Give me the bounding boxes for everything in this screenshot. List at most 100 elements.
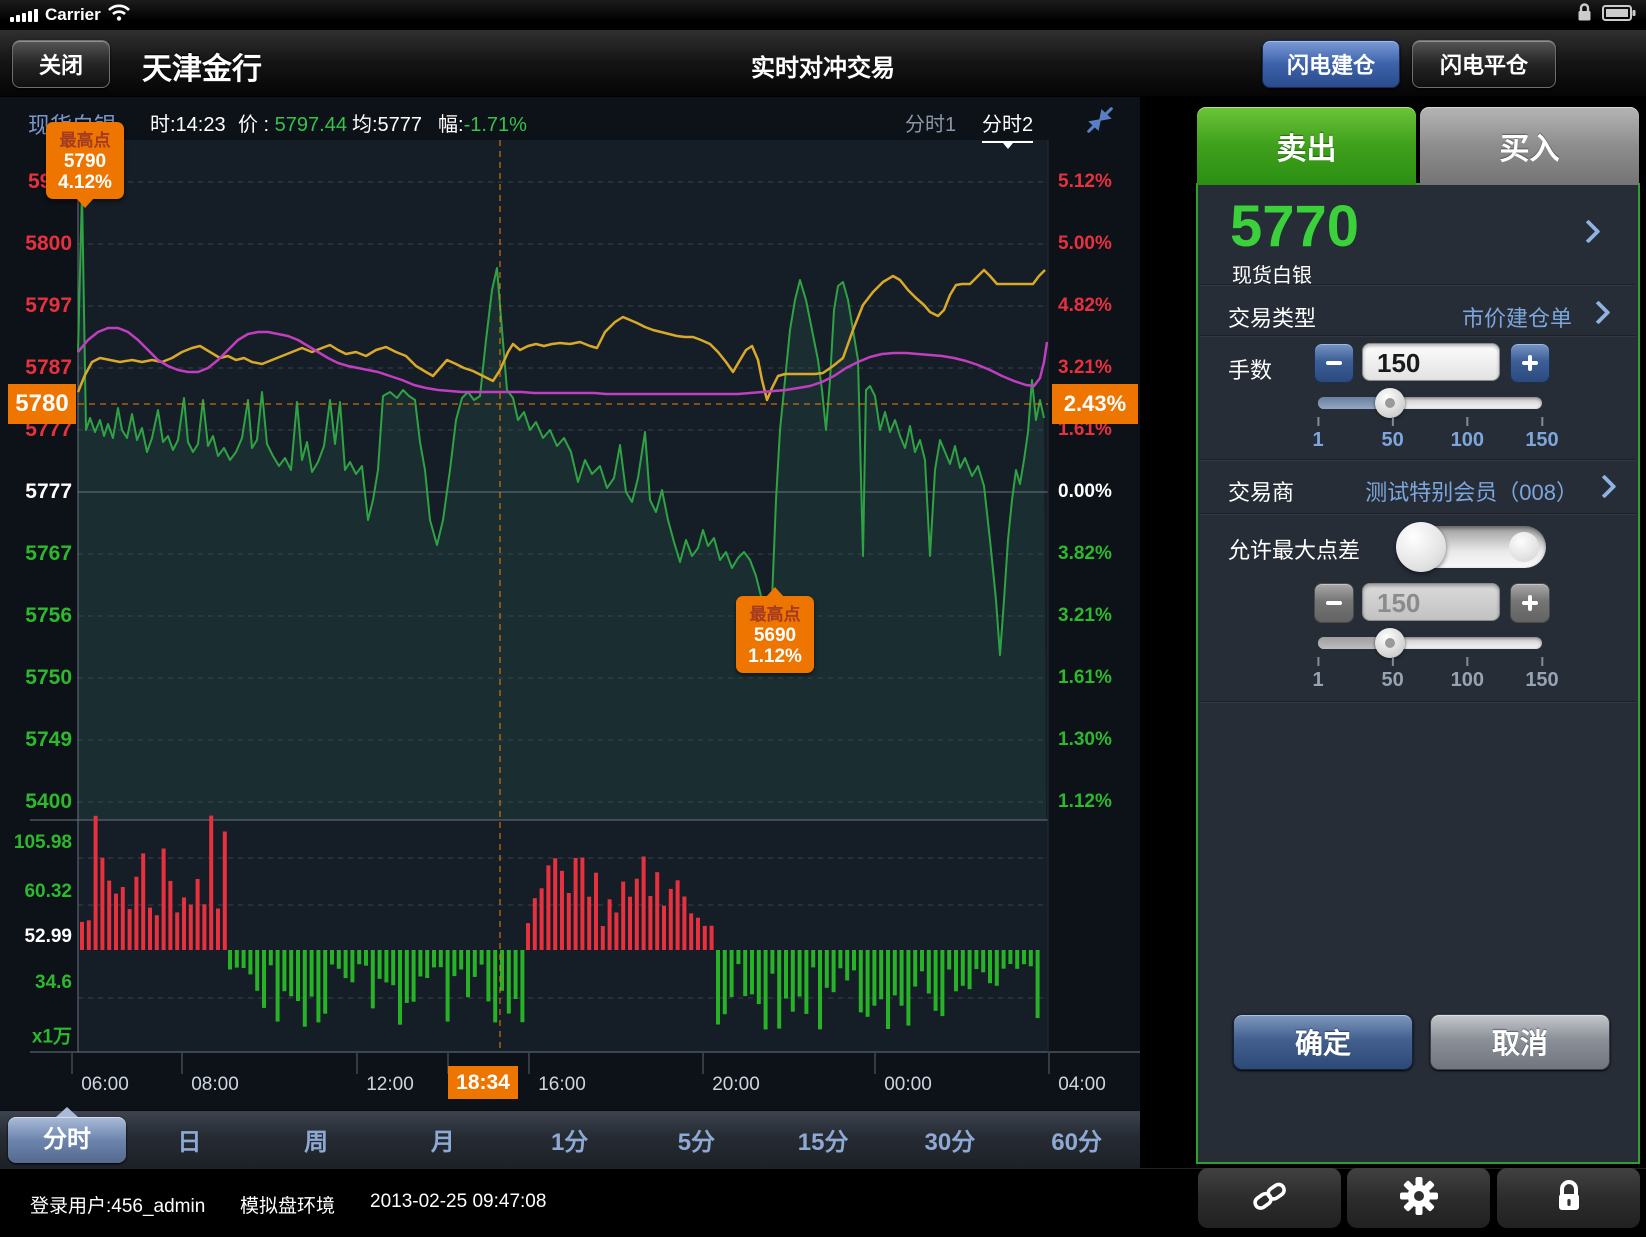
time-axis-label: 08:00: [191, 1074, 239, 1096]
max-spread-toggle[interactable]: [1398, 526, 1546, 568]
percent-axis-label: 0.00%: [1058, 481, 1112, 503]
time-axis-label: 20:00: [712, 1074, 760, 1096]
flash-open-button[interactable]: 闪电建仓: [1262, 40, 1400, 88]
price-axis-label: 5756: [0, 604, 72, 628]
slider-tick: 50: [1382, 657, 1404, 692]
datetime-label: 2013-02-25 09:47:08: [370, 1191, 546, 1213]
slider-tick: 1: [1312, 417, 1323, 452]
high-point-tooltip: 最高点 5790 4.12%: [46, 122, 124, 199]
login-user-label: 登录用户:456_admin: [30, 1191, 205, 1218]
lock-icon: [1554, 1179, 1584, 1218]
tab-sell[interactable]: 卖出: [1197, 107, 1416, 185]
lots-plus-button[interactable]: [1510, 343, 1550, 383]
period-tab-7[interactable]: 15分: [760, 1122, 887, 1157]
time-axis-label: 16:00: [538, 1074, 586, 1096]
volume-axis-label: 60.32: [0, 881, 72, 903]
time-axis-label: 00:00: [884, 1074, 932, 1096]
max-spread-minus-button[interactable]: [1314, 583, 1354, 623]
price-axis-label: 5767: [0, 542, 72, 566]
link-icon: [1248, 1180, 1292, 1217]
volume-axis-label: 52.99: [0, 926, 72, 948]
price-axis-label: 5749: [0, 728, 72, 752]
chevron-right-icon[interactable]: [1576, 219, 1600, 243]
chevron-right-icon: [1592, 474, 1616, 498]
signal-bars-icon: [10, 8, 38, 22]
period-tab-2[interactable]: 日: [126, 1122, 253, 1157]
price-axis-label: 5750: [0, 666, 72, 690]
lots-input[interactable]: 150: [1362, 343, 1500, 381]
low-point-tooltip: 最高点 5690 1.12%: [736, 596, 814, 673]
status-bar: Carrier: [0, 0, 1646, 30]
quote-range: 幅:-1.71%: [438, 108, 527, 137]
tab-minute-1[interactable]: 分时1: [905, 108, 956, 137]
lots-minus-button[interactable]: [1314, 343, 1354, 383]
price-axis-label: 5777: [0, 480, 72, 504]
chevron-right-icon: [1586, 300, 1610, 324]
lock-button[interactable]: [1497, 1168, 1640, 1228]
confirm-button[interactable]: 确定: [1233, 1014, 1413, 1070]
flash-close-button[interactable]: 闪电平仓: [1412, 40, 1556, 88]
percent-axis-label: 1.30%: [1058, 729, 1112, 751]
percent-axis-label: 1.61%: [1058, 667, 1112, 689]
max-spread-label: 允许最大点差: [1228, 533, 1360, 565]
lots-label: 手数: [1228, 353, 1272, 385]
quote-time: 时:14:23: [150, 108, 226, 137]
percent-axis-label: 3.21%: [1058, 605, 1112, 627]
broker-value: 测试特别会员（008）: [1365, 475, 1578, 507]
tab-minute-2[interactable]: 分时2: [982, 108, 1033, 143]
crosshair-price-badge: 5780: [8, 384, 76, 424]
max-spread-plus-button[interactable]: [1510, 583, 1550, 623]
percent-axis-label: 3.82%: [1058, 543, 1112, 565]
max-spread-slider-ticks: 150100150: [1318, 657, 1542, 697]
slider-tick: 100: [1451, 417, 1484, 452]
time-axis-label: 06:00: [81, 1074, 129, 1096]
period-tab-4[interactable]: 月: [380, 1122, 507, 1157]
max-spread-slider[interactable]: [1318, 637, 1542, 649]
chart-region[interactable]: [0, 96, 1140, 1110]
link-button[interactable]: [1198, 1168, 1341, 1228]
max-spread-input[interactable]: 150: [1362, 583, 1500, 621]
slider-tick: 1: [1312, 657, 1323, 692]
trade-type-value: 市价建仓单: [1462, 301, 1572, 333]
volume-axis-label: 34.6: [0, 972, 72, 994]
gear-icon: [1399, 1176, 1439, 1221]
lots-slider-ticks: 150100150: [1318, 417, 1542, 457]
lots-slider[interactable]: [1318, 397, 1542, 409]
period-tab-5[interactable]: 1分: [506, 1122, 633, 1157]
wifi-icon: [108, 4, 130, 26]
environment-label: 模拟盘环境: [240, 1191, 335, 1218]
period-tab-9[interactable]: 60分: [1013, 1122, 1140, 1157]
slider-tick: 100: [1451, 657, 1484, 692]
percent-axis-label: 3.21%: [1058, 357, 1112, 379]
price-axis-label: 5787: [0, 356, 72, 380]
percent-axis-label: 1.12%: [1058, 791, 1112, 813]
period-tab-6[interactable]: 5分: [633, 1122, 760, 1157]
percent-axis-label: 4.82%: [1058, 295, 1112, 317]
quote-average: 均:5777: [352, 108, 422, 137]
collapse-arrows-icon[interactable]: [1084, 104, 1116, 141]
slider-tick: 50: [1382, 417, 1404, 452]
lots-slider-knob[interactable]: [1375, 388, 1405, 418]
period-tab-bar: 分时日周月1分5分15分30分60分: [0, 1110, 1140, 1168]
battery-icon: [1602, 5, 1636, 26]
trade-panel: 5770 现货白银 交易类型 市价建仓单 手数 150 150100150 交易…: [1196, 183, 1640, 1164]
volume-axis-label: 105.98: [0, 832, 72, 854]
carrier-label: Carrier: [45, 5, 101, 25]
lock-icon: [1577, 3, 1592, 27]
slider-tick: 150: [1525, 417, 1558, 452]
period-tab-1[interactable]: 分时: [8, 1117, 126, 1163]
period-tab-3[interactable]: 周: [253, 1122, 380, 1157]
cancel-button[interactable]: 取消: [1430, 1014, 1610, 1070]
tab-buy[interactable]: 买入: [1420, 107, 1639, 185]
time-axis-label: 04:00: [1058, 1074, 1106, 1096]
settings-button[interactable]: [1347, 1168, 1490, 1228]
price-axis-label: 5800: [0, 232, 72, 256]
nav-bar: 关闭 天津金行 实时对冲交易 闪电建仓 闪电平仓: [0, 30, 1646, 97]
percent-axis-label: 5.00%: [1058, 233, 1112, 255]
period-tab-8[interactable]: 30分: [887, 1122, 1014, 1157]
price-axis-label: 5797: [0, 294, 72, 318]
crosshair-percent-badge: 2.43%: [1052, 384, 1138, 424]
max-spread-slider-knob[interactable]: [1375, 628, 1405, 658]
volume-axis-label: x1万: [0, 1022, 72, 1049]
price-axis-label: 5400: [0, 790, 72, 814]
